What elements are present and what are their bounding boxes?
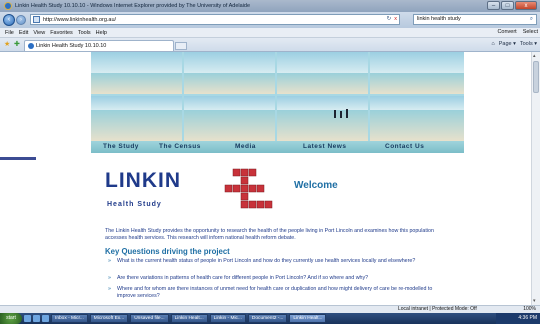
questions-heading: Key Questions driving the project	[105, 247, 230, 256]
taskbar-button[interactable]: Linkin Healt...	[170, 314, 208, 323]
question-text: What is the current health status of peo…	[117, 258, 416, 264]
taskbar-button[interactable]: Linkin - Mic...	[209, 314, 246, 323]
menu-help[interactable]: Help	[96, 30, 107, 36]
stop-button[interactable]: x	[394, 16, 397, 22]
home-icon[interactable]: ⌂	[491, 41, 494, 47]
search-icon[interactable]: ⌕	[530, 15, 533, 24]
banner-tile	[277, 52, 368, 94]
add-favorites-icon[interactable]: ✚	[14, 41, 20, 48]
question-text: Where and for whom are there instances o…	[117, 286, 433, 299]
vertical-scrollbar[interactable]: ▴ ▾	[531, 52, 540, 305]
site-nav: The Study The Census Media Latest News C…	[91, 141, 464, 153]
security-zone[interactable]: Local intranet | Protected Mode: Off	[398, 306, 477, 312]
menu-tools[interactable]: Tools	[78, 30, 91, 36]
logo-wordmark: LINKIN	[105, 169, 181, 192]
address-actions: ↻ x	[387, 16, 397, 22]
search-input[interactable]: linkin health study ⌕	[413, 14, 537, 25]
arrow-icon: »	[108, 258, 111, 264]
taskbar-button[interactable]: Inbox - Micr...	[51, 314, 88, 323]
taskbar-button-active[interactable]: Linkin Healt...	[289, 314, 327, 323]
linkin-logo[interactable]: LINKIN Health Study	[105, 169, 180, 213]
scroll-up-icon[interactable]: ▴	[533, 53, 536, 59]
taskbar-button[interactable]: Microsoft Ex...	[89, 314, 129, 323]
start-button[interactable]: start	[0, 313, 22, 324]
minimize-button[interactable]: –	[487, 1, 500, 10]
question-text: Are there variations in patterns of heal…	[117, 275, 369, 281]
linkin-site: The Study The Census Media Latest News C…	[91, 52, 464, 305]
window-controls: – □ x	[487, 1, 537, 10]
address-url[interactable]: http://www.linkinhealth.org.au/	[43, 17, 116, 23]
menu-file[interactable]: File	[5, 30, 14, 36]
nav-the-census[interactable]: The Census	[159, 143, 201, 150]
refresh-button[interactable]: ↻	[387, 16, 392, 22]
page-viewport: The Study The Census Media Latest News C…	[0, 52, 540, 305]
zoom-level[interactable]: 100%	[523, 306, 536, 312]
banner-tile	[91, 52, 182, 94]
tab-favicon-icon	[28, 43, 34, 49]
status-bar: Local intranet | Protected Mode: Off 100…	[0, 305, 540, 313]
banner-tile	[277, 96, 368, 141]
maximize-button[interactable]: □	[501, 1, 514, 10]
tools-menu[interactable]: Tools ▾	[520, 41, 537, 47]
quick-launch-icon[interactable]	[24, 315, 31, 322]
question-item: » Are there variations in patterns of he…	[108, 275, 448, 282]
system-tray-clock[interactable]: 4:36 PM	[496, 313, 540, 324]
nav-media[interactable]: Media	[235, 143, 256, 150]
logo-subtitle: Health Study	[107, 201, 162, 208]
menu-right-tools: Convert Select	[497, 29, 538, 35]
intro-text: The Linkin Health Study provides the opp…	[105, 228, 434, 241]
ie-logo-icon	[4, 2, 12, 10]
address-bar[interactable]: http://www.linkinhealth.org.au/ ↻ x	[30, 14, 400, 25]
arrow-icon: »	[108, 286, 111, 292]
page-title: Welcome	[294, 180, 338, 191]
tab-linkin-health-study[interactable]: Linkin Health Study 10.10.10	[24, 40, 174, 51]
people-on-beach-icon	[334, 109, 348, 118]
select-button[interactable]: Select	[523, 29, 538, 35]
taskbar-button[interactable]: Document2 -...	[247, 314, 288, 323]
scrollbar-thumb[interactable]	[533, 61, 539, 93]
favorites-star-icon[interactable]: ★	[4, 41, 10, 48]
quick-launch-icon[interactable]	[42, 315, 49, 322]
banner-tile	[91, 96, 182, 141]
page-menu[interactable]: Page ▾	[499, 41, 516, 47]
banner-tile	[184, 96, 275, 141]
menu-edit[interactable]: Edit	[19, 30, 28, 36]
scrabble-tiles-image	[224, 168, 273, 209]
question-item: » Where and for whom are there instances…	[108, 286, 448, 300]
arrow-icon: »	[108, 275, 111, 281]
page-icon	[33, 16, 40, 23]
convert-button[interactable]: Convert	[497, 29, 516, 35]
title-bar: Linkin Health Study 10.10.10 - Windows I…	[0, 0, 540, 12]
nav-contact-us[interactable]: Contact Us	[385, 143, 424, 150]
quick-launch-icon[interactable]	[33, 315, 40, 322]
taskbar: start Inbox - Micr... Microsoft Ex... Un…	[0, 313, 540, 324]
tab-label: Linkin Health Study 10.10.10	[36, 43, 107, 49]
banner-tile	[370, 52, 464, 94]
search-value[interactable]: linkin health study	[417, 16, 461, 22]
menu-bar: File Edit View Favorites Tools Help Conv…	[0, 28, 540, 38]
back-button[interactable]: ‹	[3, 14, 15, 26]
nav-latest-news[interactable]: Latest News	[303, 143, 346, 150]
left-accent-bar	[0, 157, 36, 160]
question-item: » What is the current health status of p…	[108, 258, 448, 265]
forward-button[interactable]: ›	[16, 15, 26, 25]
nav-the-study[interactable]: The Study	[103, 143, 139, 150]
beach-photo-banner	[91, 52, 464, 141]
taskbar-button[interactable]: Unsaved file...	[130, 314, 169, 323]
scroll-down-icon[interactable]: ▾	[533, 298, 536, 304]
browser-window: Linkin Health Study 10.10.10 - Windows I…	[0, 0, 540, 324]
command-bar: ⌂ Page ▾ Tools ▾	[491, 41, 537, 47]
close-button[interactable]: x	[515, 1, 537, 10]
navigation-bar: ‹ › http://www.linkinhealth.org.au/ ↻ x …	[0, 12, 540, 28]
tab-bar: ★ ✚ Linkin Health Study 10.10.10 ⌂ Page …	[0, 38, 540, 52]
menu-favorites[interactable]: Favorites	[50, 30, 73, 36]
banner-tile	[370, 96, 464, 141]
window-title: Linkin Health Study 10.10.10 - Windows I…	[15, 3, 250, 9]
menu-view[interactable]: View	[33, 30, 45, 36]
banner-tile	[184, 52, 275, 94]
new-tab-button[interactable]	[175, 42, 187, 50]
